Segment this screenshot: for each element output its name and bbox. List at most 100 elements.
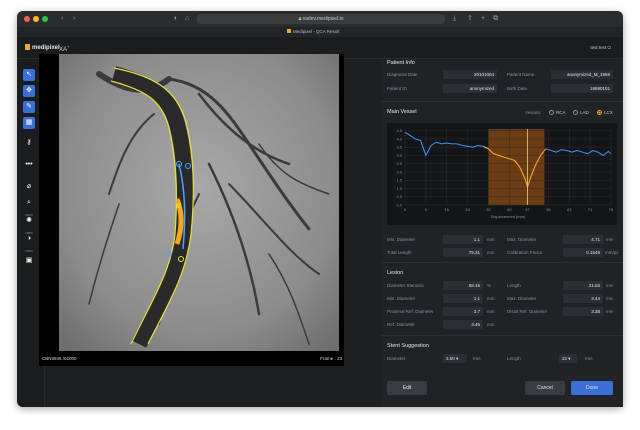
lesion-band <box>488 129 545 205</box>
birth-date-label: Birth Date <box>507 86 528 91</box>
lesion-min-diameter-unit: mm <box>487 296 495 301</box>
patient-name-label: Patient Name <box>507 72 535 77</box>
export-tool-button[interactable]: ▣ <box>23 255 35 267</box>
pen-icon: ✎ <box>26 103 32 110</box>
y-tick-label: 2.0 <box>396 169 402 174</box>
close-window-button[interactable] <box>24 16 30 22</box>
results-panel: Patient Info Diagnosis Date 20101004 Pat… <box>381 59 623 407</box>
main-vessel-title: Main Vessel <box>387 109 417 115</box>
mv-min-diameter-label: Min. Diameter <box>387 237 416 242</box>
vessel-radio-lad[interactable]: LAD <box>573 110 589 115</box>
y-tick-label: 4.0 <box>396 136 402 141</box>
vessels-label: Vessels <box>525 110 541 115</box>
select-tool-button[interactable]: ↖ <box>23 69 35 81</box>
download-icon[interactable]: ⤓ <box>453 14 456 24</box>
divider <box>381 262 623 263</box>
user-menu[interactable]: test test ⏻ <box>590 45 611 50</box>
chevron-down-icon: ▾ <box>456 356 459 361</box>
lesion-min-diameter-value: 1.1 <box>443 294 483 303</box>
profile-line-distal <box>545 148 612 157</box>
chevron-down-icon: ▾ <box>568 356 571 361</box>
back-icon[interactable]: ‹ <box>61 14 63 24</box>
forward-icon[interactable]: › <box>73 14 75 24</box>
done-button[interactable]: Done <box>571 381 613 395</box>
app-logo[interactable]: medipixel <box>25 44 60 51</box>
lesion-length-unit: mm <box>606 283 614 288</box>
pointer-icon: ↖ <box>26 71 32 78</box>
y-tick-label: 1.5 <box>396 178 402 183</box>
radio-icon <box>573 110 578 115</box>
tab-active[interactable]: Medipixel - QCA Result <box>287 27 340 37</box>
total-length-value: 79.31 <box>443 248 483 257</box>
angiogram-image[interactable] <box>59 54 339 351</box>
stent-length-select[interactable]: 22 ▾ <box>559 354 577 363</box>
cancel-button[interactable]: Cancel <box>525 381 565 395</box>
diameter-stenosis-value: 68.15 <box>443 281 483 290</box>
stent-diameter-select[interactable]: 3.50 ▾ <box>443 354 467 363</box>
url-bar[interactable]: 🔒︎ xadev.medipixel.io <box>197 14 445 24</box>
lesion-length-value: 21.53 <box>563 281 603 290</box>
x-tick-label: 16 <box>444 207 449 212</box>
patient-id-value: anonymized <box>443 84 497 93</box>
ruler-icon: ▦ <box>25 119 33 126</box>
stent-diameter-label: Diameter <box>387 356 406 361</box>
hand-icon: ✥ <box>26 87 32 94</box>
more-tools-button[interactable]: ••• <box>23 159 35 171</box>
calibration-unit: mm/px <box>605 250 619 255</box>
vessel-radio-lcx[interactable]: LCX <box>597 110 613 115</box>
shield-icon[interactable]: ◐ <box>174 14 178 24</box>
mv-min-diameter-value: 1.1 <box>443 235 483 244</box>
tab-row: Medipixel - QCA Result <box>17 27 623 37</box>
home-icon[interactable]: ⌂ <box>185 14 189 24</box>
pan-tool-button[interactable]: ✥ <box>23 85 35 97</box>
edit-button[interactable]: Edit <box>387 381 427 395</box>
key-icon: ⚷ <box>26 139 32 146</box>
diameter-profile-chart[interactable]: 0.0 0.5 1.0 1.5 2.0 2.5 3.0 3.5 4.0 4.5 0 8 16 24 32 40… <box>387 123 617 225</box>
eraser-tool-button[interactable]: ⌀ <box>23 181 35 193</box>
zoom-window-button[interactable] <box>42 16 48 22</box>
lesion-title: Lesion <box>387 270 404 276</box>
x-tick-label: 24 <box>465 207 470 212</box>
divider <box>381 335 623 336</box>
prox-ref-value: 3.7 <box>443 307 483 316</box>
share-icon[interactable]: ⇪ <box>467 14 473 24</box>
draw-tool-button[interactable]: ✎ <box>23 101 35 113</box>
y-tick-label: 0.5 <box>396 194 402 199</box>
power-icon[interactable]: ⏻ <box>607 45 611 50</box>
lesion-max-diameter-unit: mm <box>606 296 614 301</box>
zoom-tool-button[interactable]: ⌕ 200% <box>23 197 35 217</box>
total-length-unit: mm <box>487 250 495 255</box>
new-tab-icon[interactable]: + <box>481 14 485 24</box>
brightness-tool-button[interactable]: ◑ 100% <box>23 233 35 253</box>
dist-ref-value: 3.38 <box>563 307 603 316</box>
x-tick-label: 79 <box>609 207 614 212</box>
x-tick-label: 71 <box>588 207 593 212</box>
x-tick-label: 63 <box>567 207 572 212</box>
lesion-min-diameter-label: Min. Diameter <box>387 296 416 301</box>
contrast-tool-button[interactable]: ✺ 100% <box>23 215 35 235</box>
mv-max-diameter-value: 4.71 <box>563 235 603 244</box>
patient-name-value: anonymized_M_1969 <box>551 70 613 79</box>
y-tick-label: 4.5 <box>396 128 402 133</box>
y-tick-label: 0.0 <box>396 203 402 208</box>
vessel-radio-rca[interactable]: RCA <box>549 110 566 115</box>
tabs-overview-icon[interactable]: ⧉ <box>493 14 498 24</box>
stent-length-label: Length <box>507 356 521 361</box>
ref-diameter-unit: mm <box>487 322 495 327</box>
ruler-tool-button[interactable]: ▦ <box>23 117 35 129</box>
angiogram-viewer[interactable]: CBN3946 /02000 Frame : 23 <box>39 54 344 366</box>
minimize-window-button[interactable] <box>33 16 39 22</box>
key-tool-button[interactable]: ⚷ <box>23 137 35 149</box>
mv-max-diameter-label: Max. Diameter <box>507 237 537 242</box>
favicon-icon <box>287 29 291 33</box>
stent-title: Stent Suggestion <box>387 343 429 349</box>
x-tick-label: 8 <box>425 207 428 212</box>
y-tick-label: 3.0 <box>396 153 402 158</box>
y-tick-label: 3.5 <box>396 145 402 150</box>
logo-mark-icon <box>25 44 30 50</box>
mv-max-diameter-unit: mm <box>606 237 614 242</box>
dots-icon: ••• <box>25 161 33 168</box>
prox-ref-label: Proximal Ref. Diameter <box>387 309 434 314</box>
contrast-icon: ◑ <box>26 235 32 242</box>
prox-ref-unit: mm <box>487 309 495 314</box>
